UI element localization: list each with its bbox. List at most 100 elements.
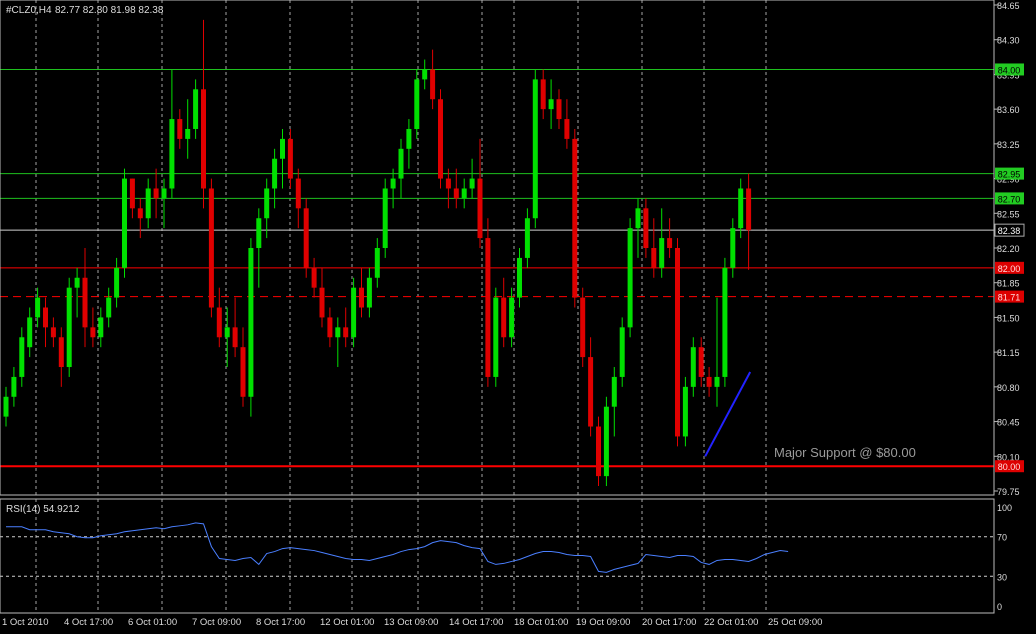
x-tick-label-0: 1 Oct 2010 — [2, 617, 48, 628]
candle-body-51 — [406, 128, 412, 149]
y-tick-label-14: 79.75 — [997, 487, 1020, 497]
candle-body-44 — [351, 287, 357, 338]
candle-body-6 — [50, 327, 56, 338]
candle-body-20 — [161, 188, 167, 199]
candle-body-59 — [469, 178, 475, 189]
candle-body-73 — [580, 297, 586, 358]
candle-body-22 — [177, 119, 183, 139]
x-tick-label-6: 13 Oct 09:00 — [384, 617, 438, 628]
candle-body-50 — [398, 148, 404, 179]
candle-body-42 — [335, 327, 341, 338]
x-tick-label-1: 4 Oct 17:00 — [64, 617, 113, 628]
y-tick-label-10: 81.15 — [997, 348, 1020, 358]
x-tick-label-9: 19 Oct 09:00 — [576, 617, 630, 628]
candle-body-66 — [524, 218, 530, 258]
x-tick-label-7: 14 Oct 17:00 — [449, 617, 503, 628]
candle-body-37 — [295, 178, 301, 209]
candle-body-47 — [374, 248, 380, 278]
price-tag-81.71: 81.71 — [998, 293, 1021, 303]
ohlc-readout: 82.77 82.80 81.98 82.38 — [55, 5, 164, 16]
candle-body-16 — [129, 178, 135, 209]
candle-body-26 — [208, 188, 214, 308]
candle-body-11 — [90, 327, 96, 338]
candle-body-93 — [738, 188, 744, 229]
candle-body-71 — [564, 119, 570, 139]
candle-body-89 — [706, 376, 712, 387]
candle-body-58 — [461, 188, 467, 199]
price-tag-80.00: 80.00 — [998, 462, 1021, 472]
candle-body-21 — [169, 119, 175, 189]
candle-body-28 — [224, 327, 230, 338]
x-tick-label-11: 22 Oct 01:00 — [704, 617, 758, 628]
candle-body-75 — [596, 426, 601, 477]
rsi-scale-label-30: 30 — [997, 572, 1007, 582]
price-tag-82.00: 82.00 — [998, 264, 1021, 274]
candle-body-45 — [359, 287, 364, 308]
candle-body-33 — [264, 188, 270, 219]
candle-body-18 — [145, 188, 151, 219]
candle-body-78 — [619, 327, 625, 377]
candle-body-34 — [272, 158, 278, 189]
candle-body-2 — [19, 337, 25, 377]
candle-body-9 — [74, 277, 80, 288]
y-tick-label-4: 83.25 — [997, 140, 1020, 150]
candle-body-84 — [667, 238, 673, 248]
candle-body-46 — [366, 277, 372, 308]
candle-body-68 — [540, 79, 546, 110]
candle-body-63 — [501, 297, 507, 338]
x-tick-label-3: 7 Oct 09:00 — [192, 617, 241, 628]
candle-body-72 — [572, 138, 578, 298]
candle-body-88 — [698, 347, 704, 377]
price-tag-82.95: 82.95 — [998, 170, 1021, 180]
x-tick-label-4: 8 Oct 17:00 — [256, 617, 305, 628]
candle-body-91 — [722, 267, 728, 377]
candle-body-92 — [730, 228, 736, 268]
rsi-scale-label-70: 70 — [997, 533, 1007, 543]
candle-body-30 — [240, 347, 246, 397]
candle-body-38 — [303, 208, 309, 268]
x-tick-label-12: 25 Oct 09:00 — [768, 617, 822, 628]
y-tick-label-0: 84.65 — [997, 1, 1020, 11]
candle-body-14 — [114, 267, 120, 298]
candle-body-87 — [690, 347, 696, 387]
y-tick-label-11: 80.80 — [997, 383, 1020, 393]
candle-body-55 — [438, 99, 443, 179]
candle-body-49 — [390, 178, 396, 189]
rsi-scale-label-100: 100 — [997, 503, 1012, 513]
candle-body-60 — [477, 178, 483, 239]
y-tick-label-12: 80.45 — [997, 418, 1020, 428]
candle-body-82 — [651, 248, 657, 268]
candle-body-41 — [327, 317, 333, 338]
rsi-label: RSI(14) 54.9212 — [6, 504, 80, 515]
candle-body-86 — [682, 386, 688, 437]
candle-body-70 — [556, 99, 562, 120]
candle-body-64 — [509, 297, 515, 338]
candle-body-62 — [493, 297, 499, 377]
price-tag-82.38: 82.38 — [998, 226, 1021, 236]
candle-body-76 — [603, 406, 609, 477]
candle-body-5 — [43, 307, 48, 328]
candle-body-74 — [588, 357, 594, 427]
y-tick-label-1: 84.30 — [997, 36, 1020, 46]
candle-body-54 — [430, 69, 436, 100]
candle-body-67 — [532, 79, 538, 219]
y-tick-label-9: 81.50 — [997, 313, 1020, 323]
y-tick-label-3: 83.60 — [997, 105, 1020, 115]
candle-body-13 — [106, 297, 112, 318]
candle-body-56 — [445, 178, 451, 189]
candle-body-77 — [611, 376, 617, 407]
candle-body-43 — [343, 327, 349, 338]
price-chart: 84.6584.3083.9583.6083.2582.9082.5582.20… — [0, 0, 1036, 634]
candle-body-80 — [635, 208, 641, 229]
y-tick-label-6: 82.55 — [997, 209, 1020, 219]
candle-body-53 — [422, 69, 428, 80]
x-tick-label-2: 6 Oct 01:00 — [128, 617, 177, 628]
candle-body-23 — [185, 128, 191, 139]
candle-body-7 — [58, 337, 64, 368]
candle-body-52 — [414, 79, 420, 129]
candle-body-29 — [232, 327, 238, 348]
candle-body-40 — [319, 287, 325, 318]
candle-body-17 — [137, 208, 143, 219]
candle-body-8 — [66, 287, 72, 368]
candle-body-10 — [82, 277, 88, 328]
